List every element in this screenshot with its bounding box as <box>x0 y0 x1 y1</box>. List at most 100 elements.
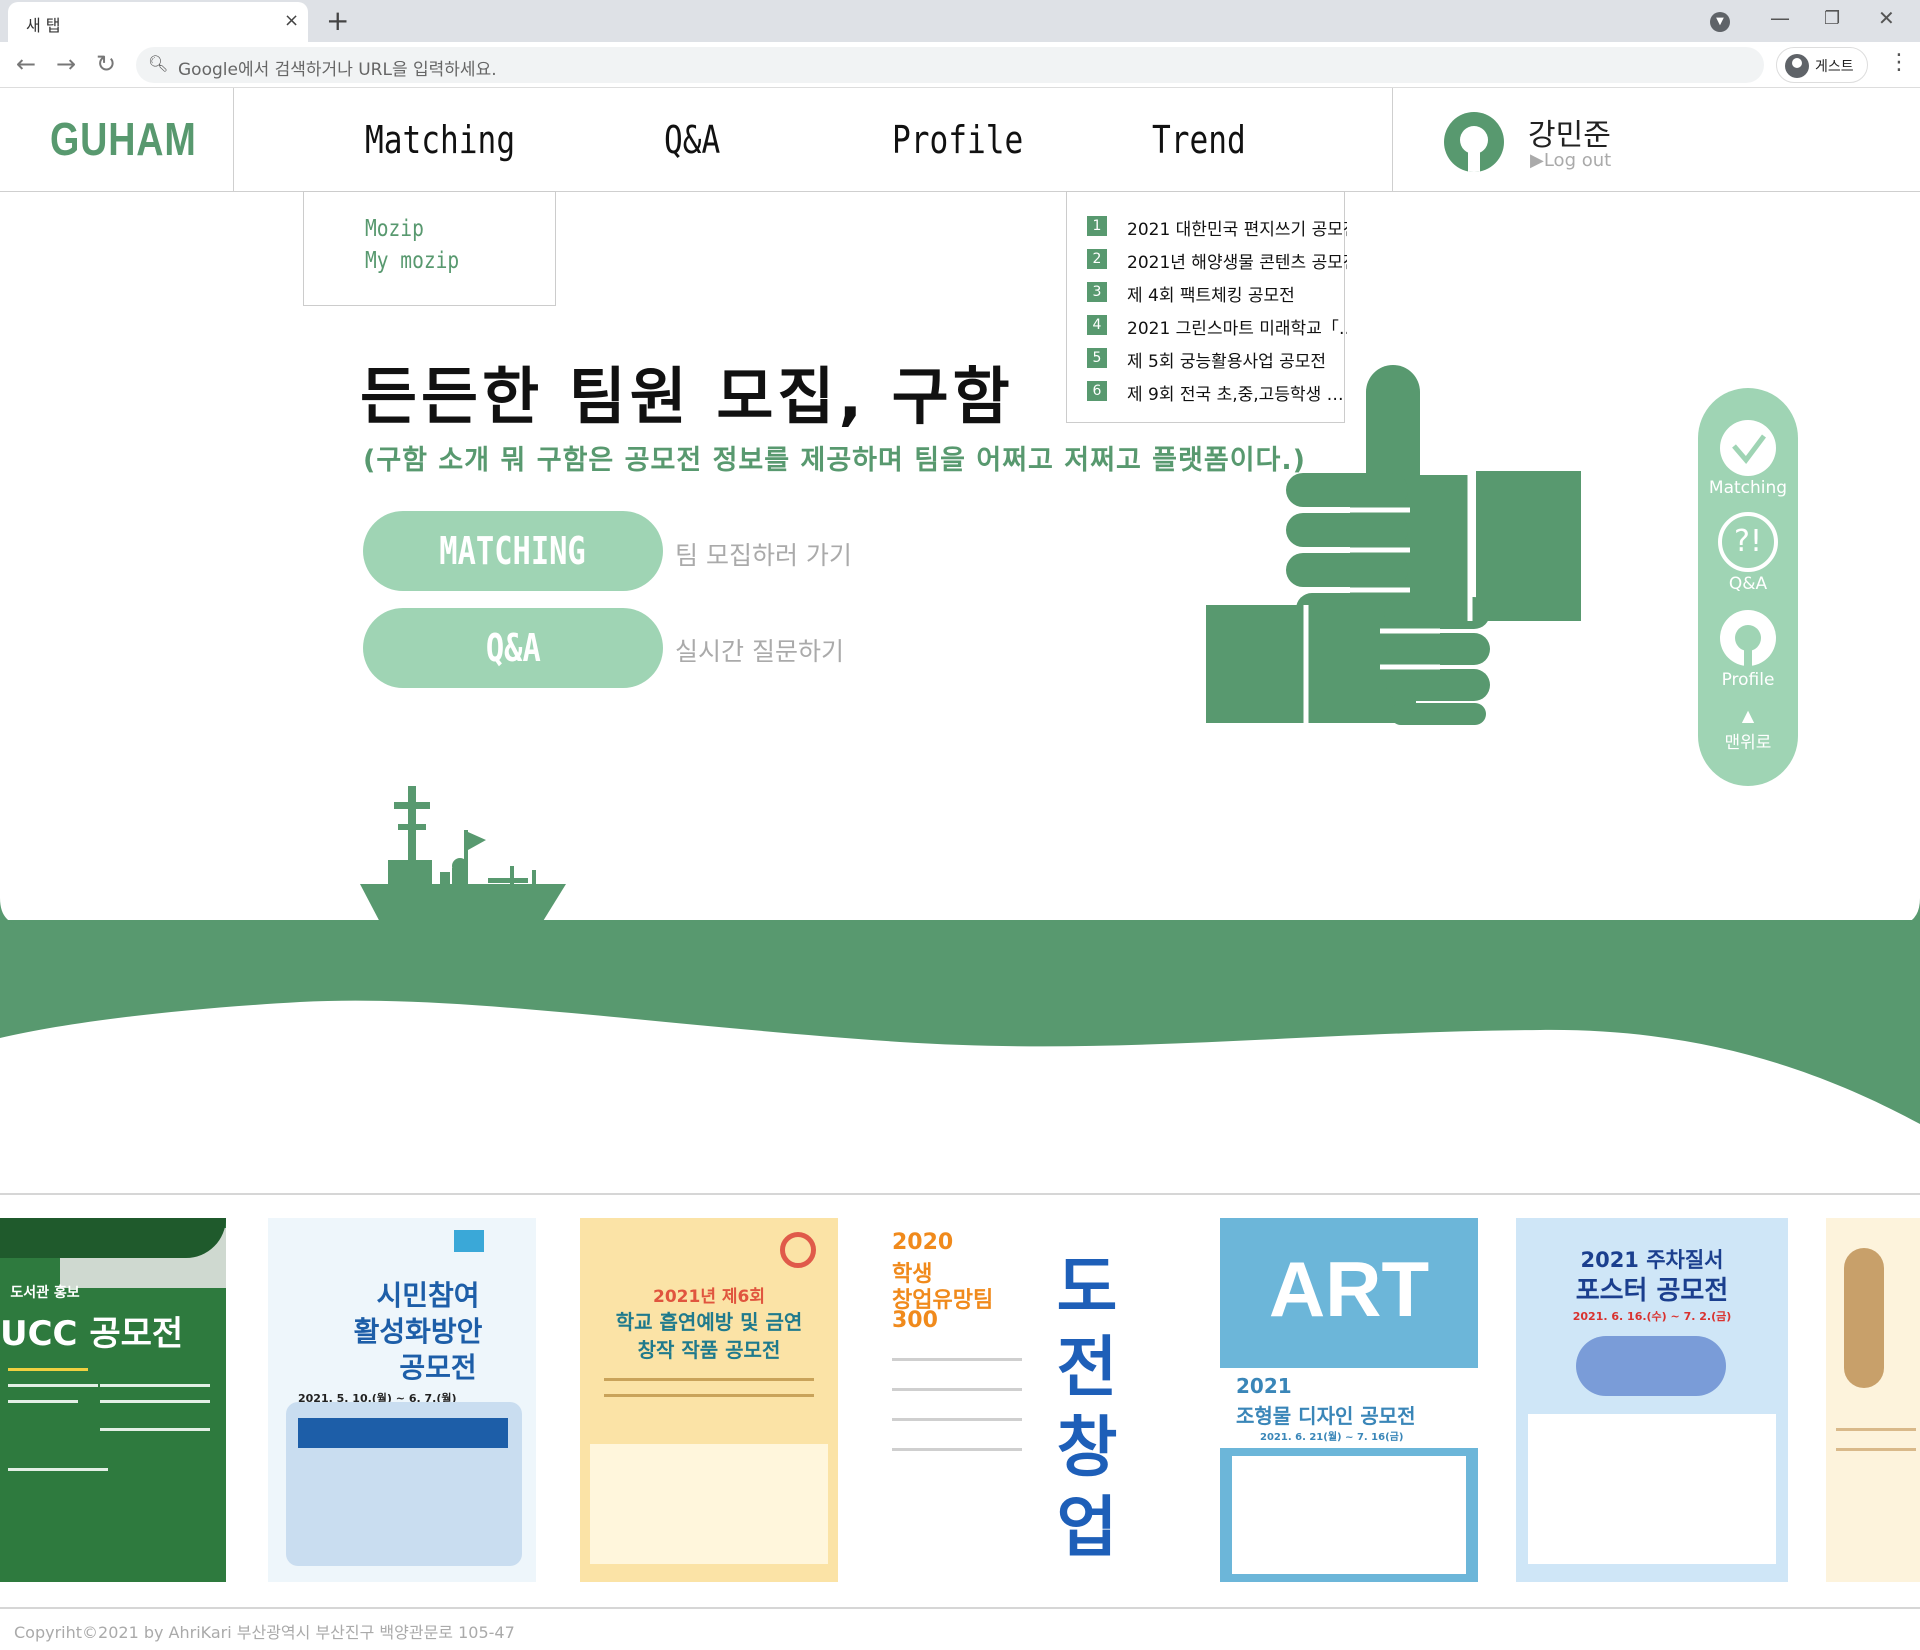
check-circle-icon[interactable] <box>1718 418 1778 478</box>
poster-detail-line <box>1836 1428 1916 1431</box>
trend-rank: 6 <box>1087 381 1107 401</box>
poster-partial[interactable] <box>1826 1218 1920 1582</box>
footer-divider <box>0 1607 1920 1609</box>
poster-text: 공모전 <box>399 1351 477 1384</box>
poster-detail-line <box>100 1400 210 1403</box>
poster-info-box <box>1232 1456 1466 1574</box>
poster-no-smoking[interactable]: 2021년 제6회 학교 흡연예방 및 금연 창작 작품 공모전 <box>580 1218 838 1582</box>
poster-citizen-participation[interactable]: 시민참여 활성화방안 공모전 2021. 5. 10.(월) ~ 6. 7.(월… <box>268 1218 536 1582</box>
poster-text: 2021. 6. 16.(수) ~ 7. 2.(금) <box>1572 1310 1732 1323</box>
float-label-qa[interactable]: Q&A <box>1698 574 1798 594</box>
matching-submenu: Mozip My mozip <box>303 191 556 306</box>
nav-trend[interactable]: Trend <box>1152 118 1246 162</box>
trend-rank: 2 <box>1087 249 1107 269</box>
poster-startup-team[interactable]: 2020 학생 창업유망팀 300 도전창업 <box>882 1218 1172 1582</box>
reload-icon[interactable]: ↻ <box>96 50 116 78</box>
poster-art-sculpture[interactable]: ART 2021 조형물 디자인 공모전 2021. 6. 21(월) ~ 7.… <box>1220 1218 1478 1582</box>
poster-parking-order[interactable]: 2021 주차질서 포스터 공모전 2021. 6. 16.(수) ~ 7. 2… <box>1516 1218 1788 1582</box>
search-icon: 🔍︎ <box>148 54 169 73</box>
close-window-icon[interactable]: ✕ <box>1878 6 1895 30</box>
poster-text: 학교 흡연예방 및 금연 <box>615 1310 803 1334</box>
guest-avatar-icon <box>1785 54 1809 78</box>
poster-detail-line <box>100 1428 210 1431</box>
poster-library-ucc[interactable]: 도서관 홍보 UCC 공모전 <box>0 1218 226 1582</box>
float-label-profile[interactable]: Profile <box>1698 670 1798 690</box>
section-divider <box>0 1193 1920 1195</box>
address-bar-placeholder: Google에서 검색하거나 URL을 입력하세요. <box>178 60 497 80</box>
header-divider <box>233 88 234 192</box>
submenu-item-mozip[interactable]: Mozip <box>365 216 424 242</box>
browser-tab[interactable]: 새 탭 × <box>8 2 308 42</box>
profile-label: 게스트 <box>1815 59 1854 75</box>
poster-big-text: 도전창업 <box>1056 1249 1118 1566</box>
user-avatar-icon[interactable] <box>1444 112 1504 172</box>
poster-detail-line <box>892 1388 1022 1391</box>
restore-icon[interactable]: ❐ <box>1824 8 1840 29</box>
trend-item[interactable]: 1 2021 대한민국 편지쓰기 공모전 <box>1087 214 1347 240</box>
new-tab-button[interactable]: + <box>326 4 349 37</box>
question-exclaim-icon[interactable]: ?! <box>1718 512 1778 572</box>
browser-menu-icon[interactable]: ⋮ <box>1888 50 1910 75</box>
poster-text: ART <box>1268 1245 1430 1333</box>
submenu-item-my-mozip[interactable]: My mozip <box>365 248 459 274</box>
poster-detail-line <box>100 1384 210 1387</box>
qa-button-label: Q&A <box>485 626 541 670</box>
poster-detail-line <box>8 1384 98 1387</box>
float-label-top[interactable]: 맨위로 <box>1698 728 1798 753</box>
poster-detail-line <box>892 1358 1022 1361</box>
address-bar[interactable]: 🔍︎ Google에서 검색하거나 URL을 입력하세요. <box>136 47 1764 83</box>
footer-text: Copyriht©2021 by AhriKari 부산광역시 부산진구 백양관… <box>14 1623 515 1642</box>
poster-logo-mark <box>454 1230 484 1252</box>
poster-text: 창작 작품 공모전 <box>637 1338 781 1362</box>
poster-text: 도서관 홍보 <box>10 1285 80 1301</box>
poster-text: 포스터 공모전 <box>1575 1276 1729 1306</box>
poster-detail-line <box>604 1394 814 1397</box>
poster-steps-bar <box>298 1418 508 1448</box>
header-divider <box>1392 88 1393 192</box>
qa-button[interactable]: Q&A <box>363 608 663 688</box>
nav-qa[interactable]: Q&A <box>664 118 720 162</box>
profile-button[interactable]: 게스트 <box>1776 47 1868 83</box>
forward-icon[interactable]: → <box>56 50 76 78</box>
profile-icon[interactable] <box>1718 608 1778 668</box>
poster-detail-line <box>892 1418 1022 1421</box>
browser-tab-bar: 새 탭 × + ▼ — ❐ ✕ <box>0 0 1920 42</box>
tab-title: 새 탭 <box>26 16 61 35</box>
hero-bottom-curve <box>0 898 1920 928</box>
tab-search-icon[interactable]: ▼ <box>1710 12 1730 32</box>
trend-item[interactable]: 3 제 4회 팩트체킹 공모전 <box>1087 280 1337 306</box>
float-label-matching[interactable]: Matching <box>1698 478 1798 498</box>
trend-item[interactable]: 4 2021 그린스마트 미래학교「… <box>1087 313 1347 339</box>
site-header: GUHAM Matching Q&A Profile Trend 강민준 ▶Lo… <box>0 88 1920 192</box>
user-name: 강민준 <box>1528 118 1611 153</box>
poster-detail-line <box>604 1378 814 1381</box>
poster-text: UCC 공모전 <box>0 1314 184 1354</box>
poster-text: 2020 <box>892 1230 954 1255</box>
minimize-icon[interactable]: — <box>1770 6 1790 30</box>
trend-item[interactable]: 2 2021년 해양생물 콘텐츠 공모전 <box>1087 247 1347 273</box>
back-icon[interactable]: ← <box>16 50 36 78</box>
nav-profile[interactable]: Profile <box>892 118 1023 162</box>
handshake-thumbs-illustration <box>1206 365 1581 725</box>
matching-button[interactable]: MATCHING <box>363 511 663 591</box>
browser-toolbar: ← → ↻ 🔍︎ Google에서 검색하거나 URL을 입력하세요. 게스트 … <box>0 42 1920 88</box>
trend-title: 2021 대한민국 편지쓰기 공모전 <box>1127 220 1347 240</box>
close-tab-icon[interactable]: × <box>284 10 299 31</box>
hero-title: 든든한 팀원 모집, 구함 <box>360 360 1014 433</box>
poster-tree-illustration <box>1844 1248 1884 1388</box>
poster-info-box <box>590 1444 828 1564</box>
logout-link[interactable]: ▶Log out <box>1530 150 1611 171</box>
poster-detail-line <box>8 1468 108 1471</box>
poster-text: 300 <box>892 1308 938 1333</box>
poster-car-illustration <box>1576 1336 1726 1396</box>
nav-matching[interactable]: Matching <box>365 118 515 162</box>
trend-rank: 4 <box>1087 315 1107 335</box>
site-logo[interactable]: GUHAM <box>50 112 197 166</box>
matching-description: 팀 모집하러 가기 <box>675 541 852 570</box>
trend-rank: 1 <box>1087 216 1107 236</box>
scroll-top-arrow-icon[interactable]: ▲ <box>1698 706 1798 725</box>
trend-title: 2021년 해양생물 콘텐츠 공모전 <box>1127 253 1347 273</box>
poster-detail-line <box>8 1400 78 1403</box>
floating-quick-menu: Matching ?! Q&A Profile ▲ 맨위로 <box>1698 388 1798 786</box>
poster-text: 시민참여 <box>376 1279 480 1312</box>
